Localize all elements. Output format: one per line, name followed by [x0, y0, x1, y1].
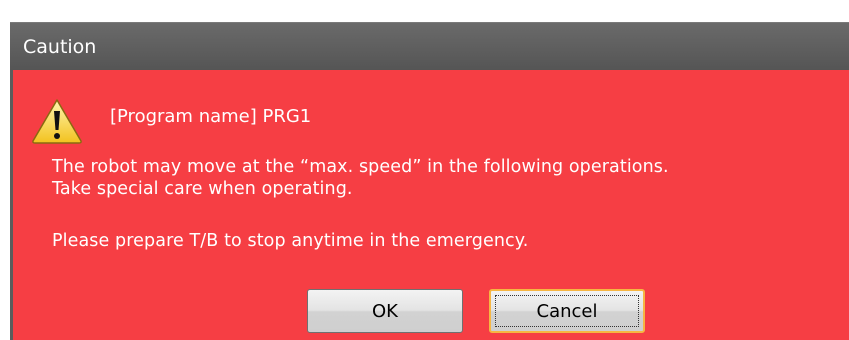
dialog-body: [Program name] PRG1 The robot may move a…: [13, 70, 849, 340]
ok-button-label: OK: [372, 300, 398, 322]
warning-message-line-3: Please prepare T/B to stop anytime in th…: [52, 231, 529, 251]
dialog-title: Caution: [10, 22, 849, 70]
warning-message-line-2: Take special care when operating.: [52, 179, 353, 199]
program-name-label: [Program name] PRG1: [110, 106, 312, 127]
cancel-button[interactable]: Cancel: [489, 289, 645, 333]
ok-button[interactable]: OK: [307, 289, 463, 333]
warning-message-line-1: The robot may move at the “max. speed” i…: [52, 157, 669, 177]
caution-dialog: Caution [Program name] PRG1 The robot ma…: [10, 22, 849, 340]
cancel-button-label: Cancel: [536, 300, 598, 322]
warning-triangle-icon: [32, 99, 82, 144]
